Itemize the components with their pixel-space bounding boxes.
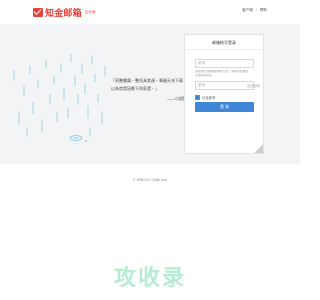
forgot-password-link[interactable]: 忘记密码 bbox=[247, 83, 260, 88]
quote-block: 「雨整畫霧・整氏具其達・華穢天充下兩・以為崇是因晚下與家還・」 ——小說築 bbox=[111, 77, 187, 103]
remember-checkbox[interactable] bbox=[195, 95, 200, 100]
footer-copyright: © 1998-2017 Zhijin.com bbox=[133, 178, 167, 182]
quote-text: 「雨整畫霧・整氏具其達・華穢天充下兩・以為崇是因晚下與家還・」 bbox=[111, 78, 187, 91]
logo-subtitle: 企业版 bbox=[84, 9, 96, 14]
password-input[interactable]: 密码 bbox=[195, 81, 254, 90]
raindrops bbox=[13, 53, 106, 137]
login-title: 邮箱帐号登录 bbox=[185, 35, 263, 50]
account-hint-line-1: 请使用企业邮箱的域名登录，或联系管理员 bbox=[195, 70, 249, 73]
top-header: 知金邮箱 企业版 客户端 | 帮助 bbox=[0, 0, 300, 25]
remember-label: 记住帐号 bbox=[202, 96, 216, 100]
account-input[interactable]: 帐号 bbox=[195, 59, 254, 68]
mail-icon bbox=[33, 7, 43, 17]
link-divider: | bbox=[255, 8, 257, 12]
quote-author: ——小說築 bbox=[167, 96, 187, 101]
login-card: 邮箱帐号登录 帐号 请使用企业邮箱的域名登录，或联系管理员 开通相关权限 密码 … bbox=[184, 34, 264, 154]
logo-text: 知金邮箱 bbox=[45, 7, 82, 18]
water-drop bbox=[69, 135, 87, 142]
account-hint-line-2: 开通相关权限 bbox=[195, 74, 212, 77]
logo[interactable]: 知金邮箱 企业版 bbox=[33, 5, 96, 19]
qr-code-corner-icon[interactable] bbox=[254, 144, 263, 153]
watermark: 攻收录 bbox=[113, 265, 186, 290]
client-link[interactable]: 客户端 bbox=[242, 8, 253, 13]
header-links: 客户端 | 帮助 bbox=[242, 8, 267, 13]
login-button[interactable]: 登 录 bbox=[195, 102, 254, 112]
help-link[interactable]: 帮助 bbox=[260, 8, 267, 13]
remember-account[interactable]: 记住帐号 bbox=[195, 95, 216, 100]
